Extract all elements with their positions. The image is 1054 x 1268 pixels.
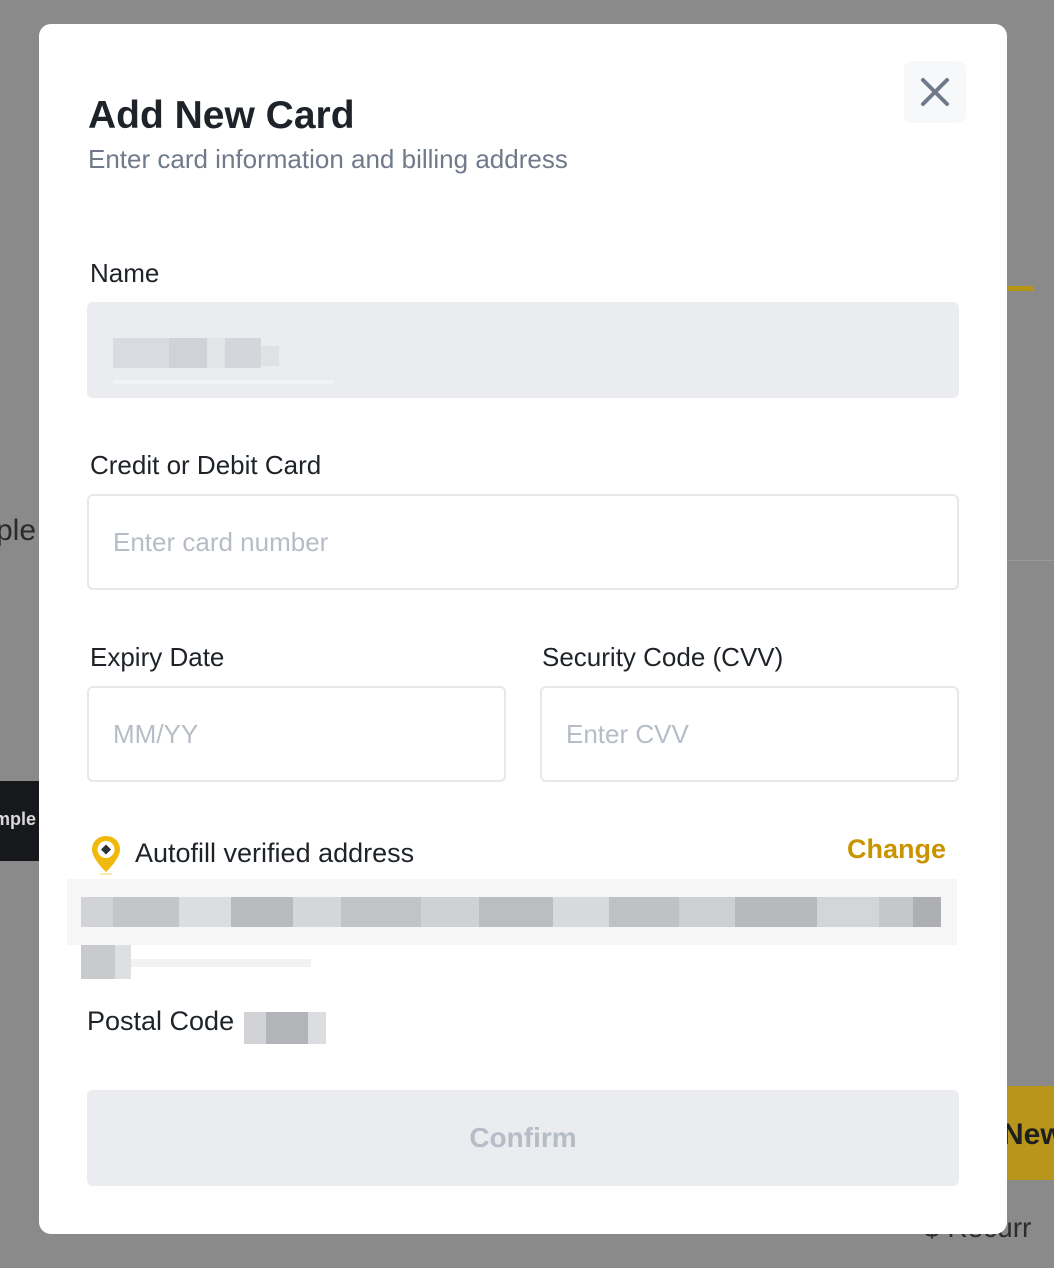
cvv-input[interactable] [540,686,959,782]
change-address-link[interactable]: Change [847,834,946,865]
background-text-fragment: ple [0,514,37,547]
background-logo-text: mple [0,809,37,829]
dialog-title: Add New Card [88,94,355,137]
name-field[interactable] [87,302,959,398]
autofill-address-label: Autofill verified address [135,838,415,868]
background-new-button: New [1006,1086,1054,1180]
background-new-button-label: New [1006,1118,1054,1151]
background-logo-tile: mple [0,781,40,861]
confirm-button[interactable]: Confirm [87,1090,959,1186]
card-number-input[interactable] [87,494,959,590]
add-card-dialog: Add New Card Enter card information and … [39,24,1007,1234]
cvv-label: Security Code (CVV) [542,642,784,672]
billing-address-redacted [67,879,957,999]
card-number-label: Credit or Debit Card [90,450,322,480]
location-pin-icon [92,836,120,875]
postal-code-redacted [244,1008,334,1048]
name-label: Name [90,258,160,288]
close-button[interactable] [904,61,966,123]
expiry-date-input[interactable] [87,686,506,782]
postal-code-label: Postal Code [87,1006,235,1036]
dialog-subtitle: Enter card information and billing addre… [88,144,568,174]
close-icon [921,78,949,106]
background-divider [1006,560,1054,561]
expiry-date-label: Expiry Date [90,642,225,672]
